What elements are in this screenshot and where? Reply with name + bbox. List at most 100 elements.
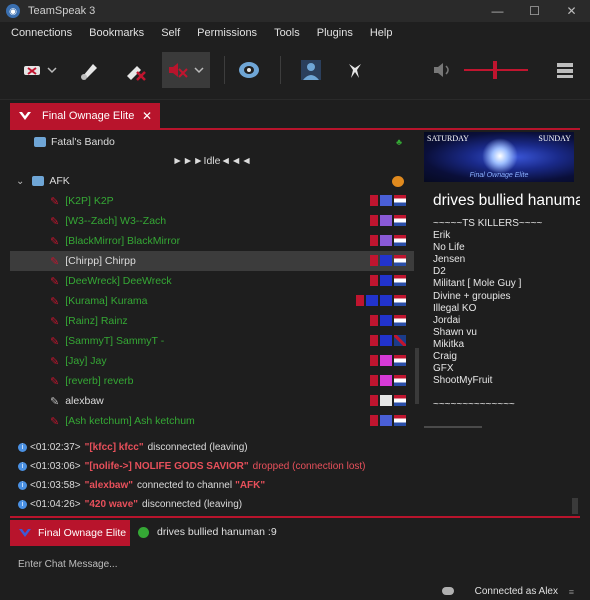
menu-tools[interactable]: Tools (274, 27, 300, 39)
server-list-button[interactable] (552, 52, 578, 88)
client-row[interactable]: ✎ [DeeWreck] DeeWreck (10, 271, 414, 291)
menu-permissions[interactable]: Permissions (197, 27, 257, 39)
server-tab-label: Final Ownage Elite (42, 110, 135, 122)
menu-bookmarks[interactable]: Bookmarks (89, 27, 144, 39)
us-flag-icon (394, 395, 406, 406)
client-row[interactable]: ✎ [reverb] reverb (10, 371, 414, 391)
whisper-button[interactable] (340, 52, 370, 88)
log-scrollbar[interactable] (572, 498, 578, 514)
channel-tree: Fatal's Bando ♣ ►►►Idle◄◄◄ ⌄ AFK ✎ [K2P]… (10, 130, 414, 430)
us-flag-icon (394, 415, 406, 426)
maximize-button[interactable]: ☐ (516, 0, 553, 22)
group-icon (380, 275, 392, 286)
log-message: disconnected (leaving) (142, 499, 243, 510)
avatar-button[interactable] (296, 52, 326, 88)
tree-scrollbar-thumb[interactable] (415, 348, 419, 404)
client-badges (368, 215, 406, 226)
close-tab-icon[interactable]: ✕ (142, 109, 152, 123)
client-row[interactable]: ✎ [BlackMirror] BlackMirror (10, 231, 414, 251)
menu-self[interactable]: Self (161, 27, 180, 39)
volume-slider[interactable] (462, 52, 532, 88)
client-badges (368, 255, 406, 266)
server-tab[interactable]: Final Ownage Elite ✕ (10, 103, 160, 129)
chat-tab-server[interactable]: Final Ownage Elite (10, 520, 130, 546)
log-nick[interactable]: "[kfcc] kfcc" (85, 442, 144, 453)
description-line: Militant [ Mole Guy ] (433, 278, 522, 290)
menu-plugins[interactable]: Plugins (317, 27, 353, 39)
channel-status-icon (392, 176, 404, 187)
log-nick[interactable]: "420 wave" (85, 499, 138, 510)
client-row[interactable]: ✎ [SammyT] SammyT - (10, 331, 414, 351)
channel-name: Fatal's Bando (51, 136, 115, 148)
whisper-icon (349, 64, 361, 78)
group-icon (366, 295, 378, 306)
server-icon (19, 529, 31, 537)
description-line: Illegal KO (433, 302, 477, 314)
mic-muted-icon (370, 415, 378, 426)
client-badges (368, 315, 406, 326)
disconnect-button[interactable] (20, 52, 60, 88)
group-icon (380, 315, 392, 326)
chat-tab-bar: Final Ownage Elite drives bullied hanuma… (10, 516, 580, 546)
tree-scrollbar[interactable] (414, 130, 422, 430)
channel-row[interactable]: Fatal's Bando ♣ (10, 132, 414, 152)
description-line (433, 387, 542, 399)
client-row[interactable]: ✎ [Jay] Jay (10, 351, 414, 371)
client-row[interactable]: ✎ [Rainz] Rainz (10, 311, 414, 331)
description-line: ~~~~~TS KILLERS~~~~ (433, 218, 543, 229)
client-row[interactable]: ✎ [Kurama] Kurama (10, 291, 414, 311)
info-panel-hscroll[interactable] (424, 426, 482, 428)
client-name: alexbaw (65, 395, 104, 407)
minimize-button[interactable]: — (479, 0, 516, 22)
client-row[interactable]: ✎ [W3--Zach] W3--Zach (10, 211, 414, 231)
channel-status-icon (138, 526, 149, 538)
description-line: No Life (433, 242, 465, 254)
log-entry: i <01:02:37> "[kfcc] kfcc" disconnected … (18, 442, 248, 453)
us-flag-icon (394, 195, 406, 206)
menu-connections[interactable]: Connections (11, 27, 72, 39)
channel-description-title: drives bullied hanuman :9 (433, 192, 580, 209)
spacer-label: ►►►Idle◄◄◄ (172, 155, 252, 167)
client-row[interactable]: ✎ alexbaw (10, 391, 414, 411)
muted-client-icon: ✎ (50, 375, 60, 388)
info-icon: i (18, 500, 27, 509)
client-name: [W3--Zach] W3--Zach (65, 215, 167, 227)
client-name: [Rainz] Rainz (65, 315, 128, 327)
menu-bar: Connections Bookmarks Self Permissions T… (0, 22, 590, 44)
mute-microphone-button[interactable] (74, 52, 104, 88)
subscribe-button[interactable] (234, 52, 264, 88)
description-line: Craig (433, 351, 457, 363)
group-icon (380, 395, 392, 406)
close-window-button[interactable]: ✕ (553, 0, 590, 22)
client-name: [Chirpp] Chirpp (65, 255, 136, 267)
toolbar-separator (224, 56, 225, 84)
server-banner: SATURDAY SUNDAY Final Ownage Elite (424, 132, 574, 182)
status-bar: Connected as Alex ≡ (0, 583, 590, 600)
mute-speakers-icon (127, 66, 146, 81)
mic-muted-icon (370, 335, 378, 346)
log-channel[interactable]: "AFK" (235, 480, 265, 491)
log-nick[interactable]: "[nolife->] NOLIFE GODS SAVIOR" (85, 461, 249, 472)
phoenix-logo-icon (482, 138, 518, 174)
client-badges (368, 375, 406, 386)
toolbar-separator (280, 56, 281, 84)
volume-button[interactable] (428, 52, 458, 88)
mic-muted-icon (370, 275, 378, 286)
us-flag-icon (394, 215, 406, 226)
client-row[interactable]: ✎ [K2P] K2P (10, 191, 414, 211)
log-nick[interactable]: "alexbaw" (85, 480, 133, 491)
teamspeak-logo-icon: ◉ (6, 4, 20, 18)
cloud-icon (442, 587, 454, 595)
client-row-selected[interactable]: ✎ [Chirpp] Chirpp (10, 251, 414, 271)
info-icon: i (18, 481, 27, 490)
description-line: ~~~~~~~~~~~~~~ (433, 399, 515, 411)
resize-grip-icon[interactable]: ≡ (569, 587, 574, 597)
chat-input[interactable]: Enter Chat Message... (10, 552, 580, 578)
menu-help[interactable]: Help (370, 27, 393, 39)
mute-speakers-button[interactable] (120, 52, 150, 88)
away-button[interactable] (162, 52, 210, 88)
channel-row[interactable]: ⌄ AFK (10, 171, 414, 191)
client-row[interactable]: ✎ [Ash ketchum] Ash ketchum (10, 411, 414, 430)
chevron-down-icon[interactable]: ⌄ (16, 176, 24, 187)
mute-microphone-icon (81, 64, 97, 80)
